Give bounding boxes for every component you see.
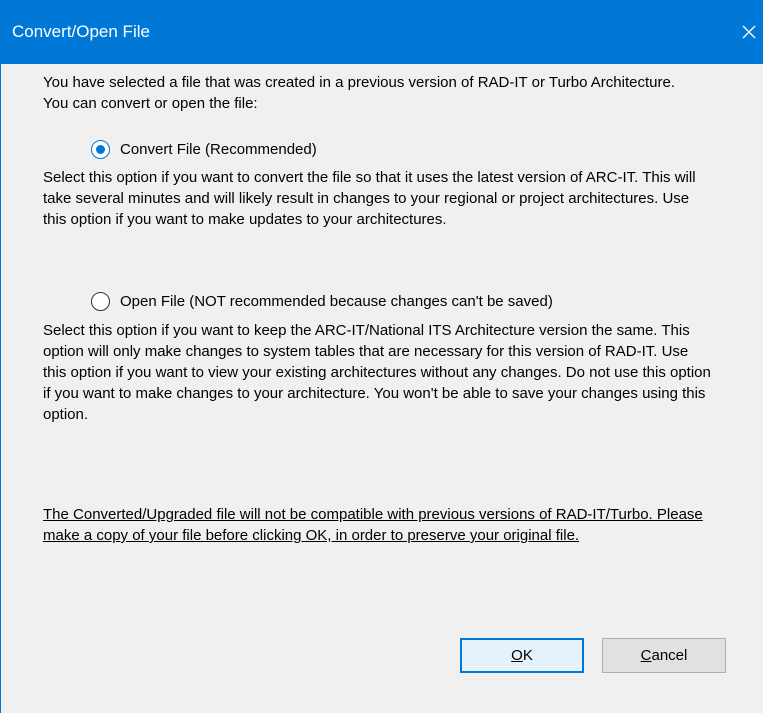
cancel-button-label: Cancel: [641, 647, 688, 664]
compatibility-warning: The Converted/Upgraded file will not be …: [43, 506, 703, 544]
convert-file-description: Select this option if you want to conver…: [43, 169, 696, 228]
cancel-label-rest: ancel: [651, 647, 688, 664]
radio-indicator-checked[interactable]: [91, 140, 110, 159]
title-bar: Convert/Open File: [1, 0, 763, 64]
convert-file-radio[interactable]: Convert File (Recommended): [91, 140, 317, 159]
cancel-accelerator: C: [640, 647, 652, 664]
close-icon: [742, 25, 756, 39]
ok-button-label: OK: [511, 647, 533, 664]
convert-file-label[interactable]: Convert File (Recommended): [120, 141, 317, 158]
window-title: Convert/Open File: [12, 22, 150, 41]
convert-open-dialog: Convert/Open File You have selected a fi…: [0, 0, 763, 713]
ok-accelerator: O: [511, 647, 523, 664]
intro-text: You have selected a file that was create…: [43, 74, 675, 112]
ok-button[interactable]: OK: [460, 638, 584, 673]
radio-indicator-unchecked[interactable]: [91, 292, 110, 311]
open-file-description: Select this option if you want to keep t…: [43, 322, 711, 423]
open-file-radio[interactable]: Open File (NOT recommended because chang…: [91, 292, 553, 311]
close-button[interactable]: [734, 0, 763, 64]
open-file-label[interactable]: Open File (NOT recommended because chang…: [120, 293, 553, 310]
ok-label-rest: K: [522, 647, 533, 664]
cancel-button[interactable]: Cancel: [602, 638, 726, 673]
